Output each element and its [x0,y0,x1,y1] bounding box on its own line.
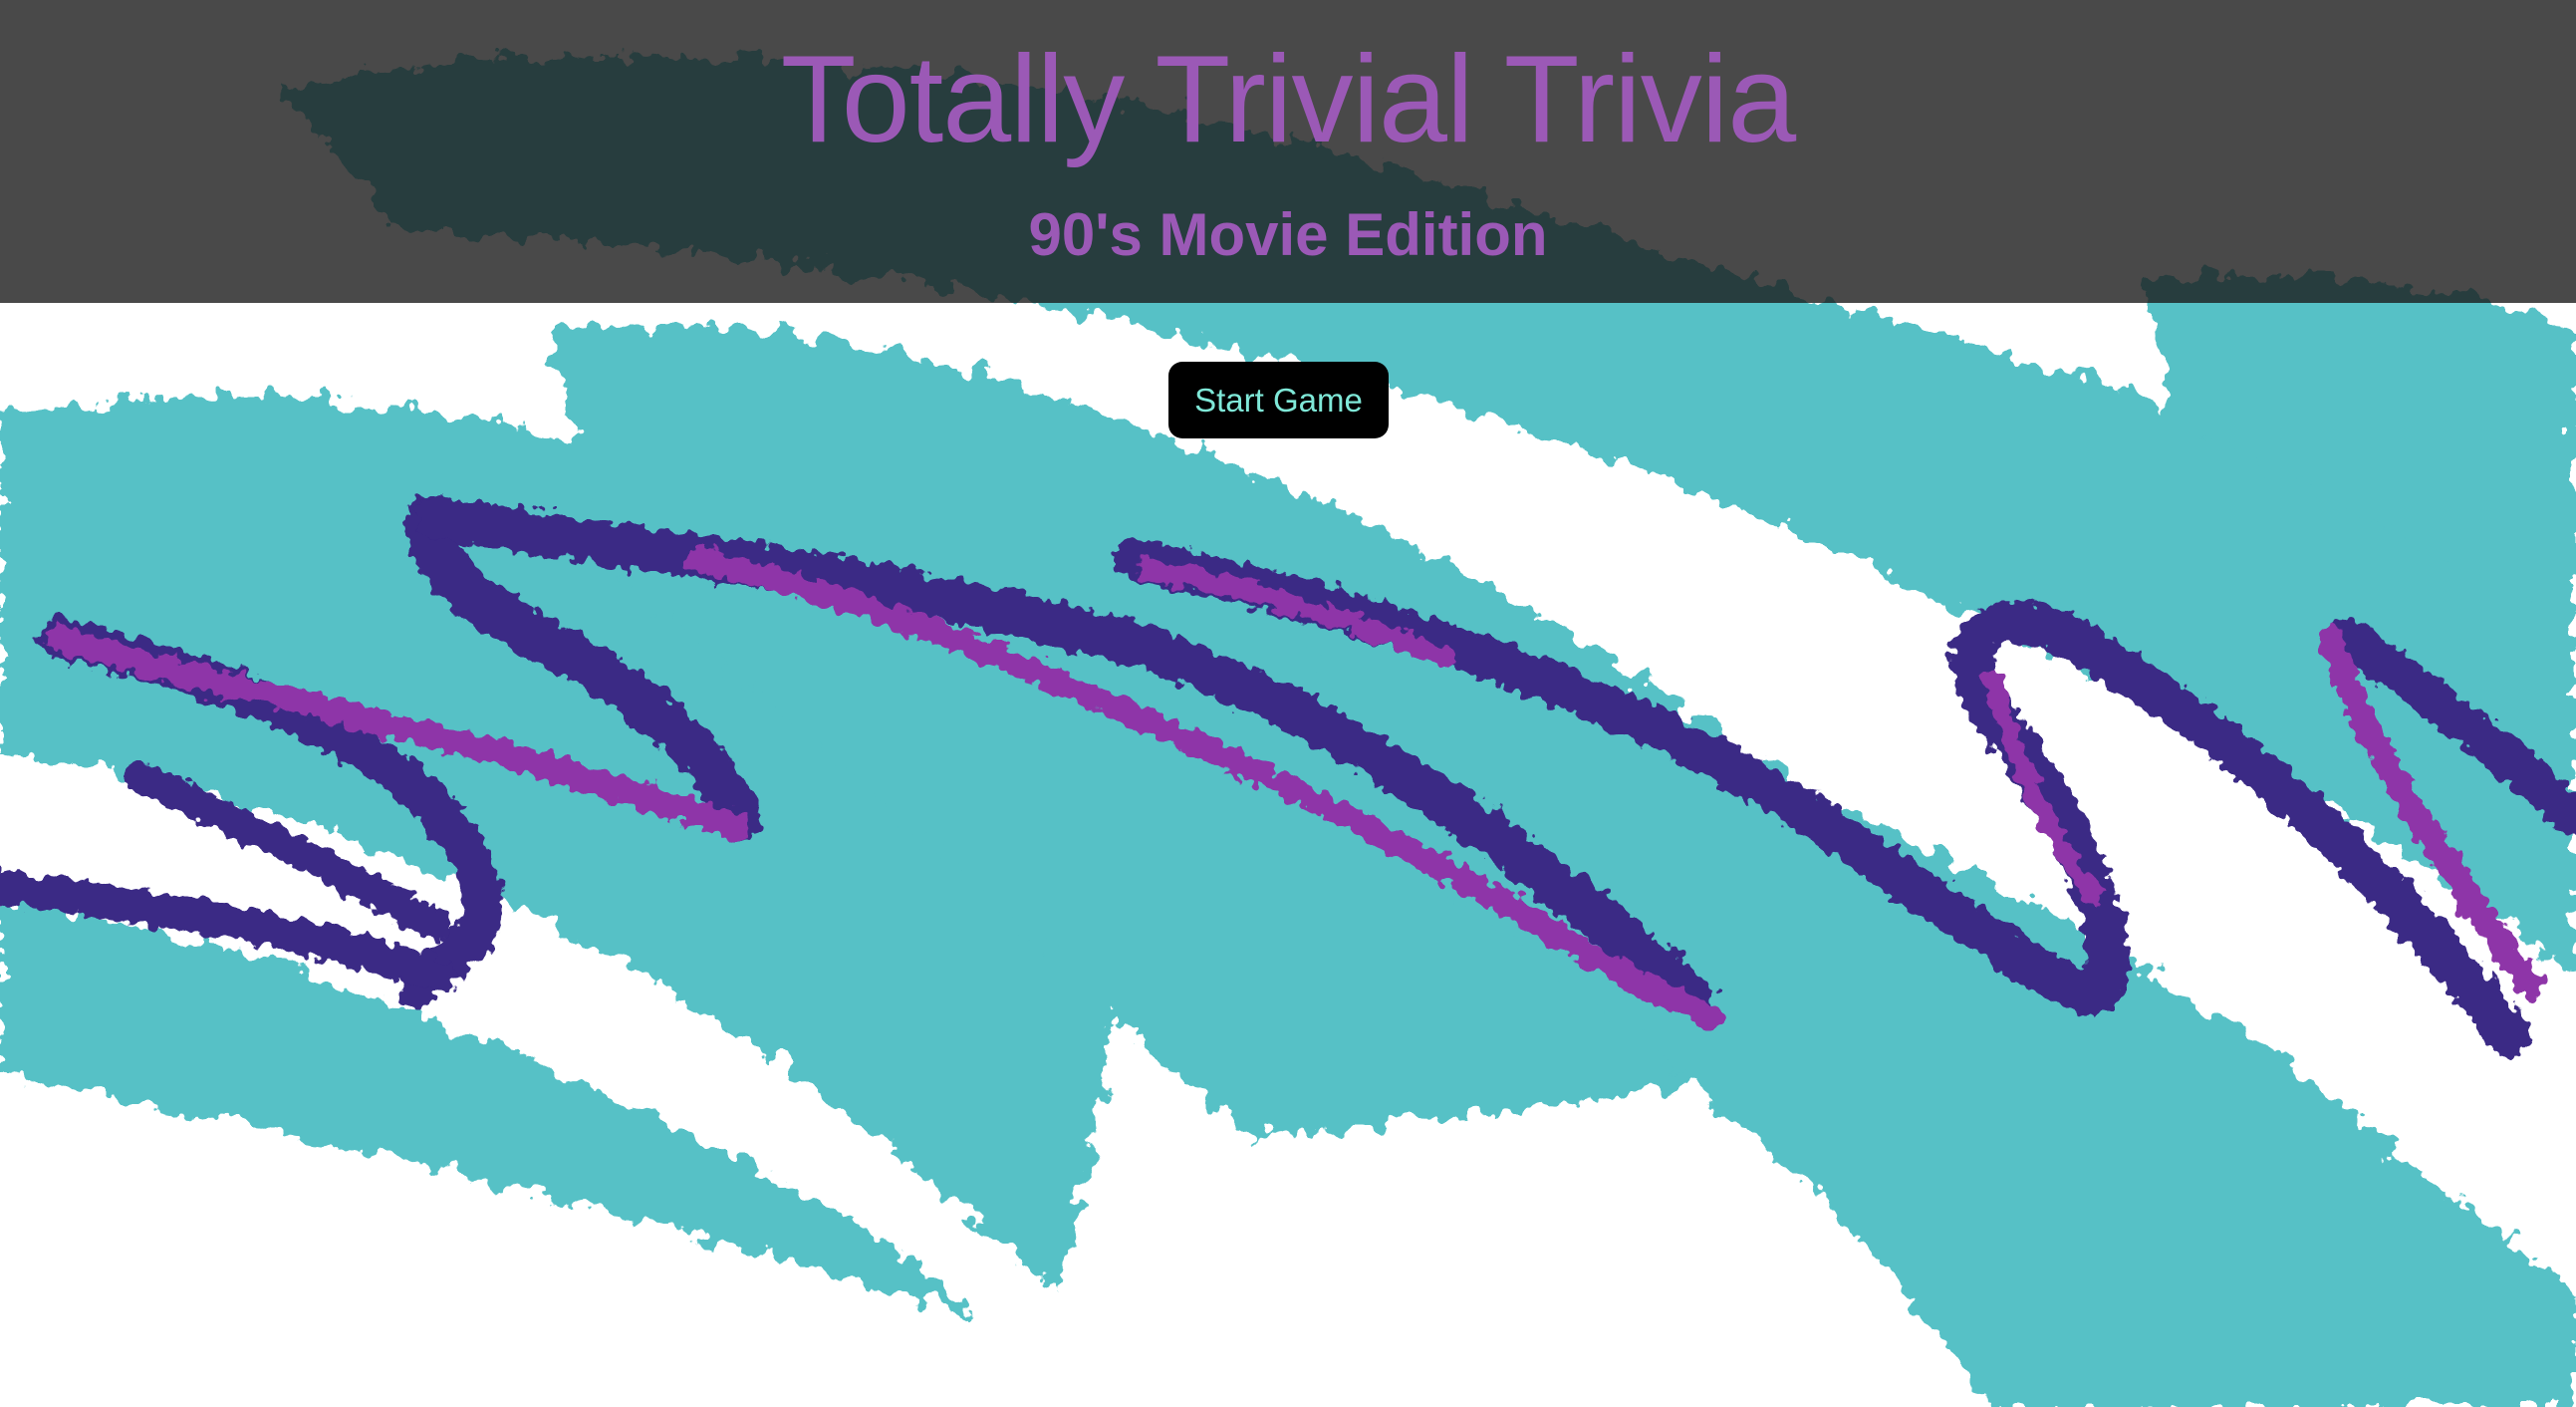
start-game-button[interactable]: Start Game [1168,362,1389,438]
page-subtitle: 90's Movie Edition [1028,201,1548,268]
page-title: Totally Trivial Trivia [780,31,1796,168]
